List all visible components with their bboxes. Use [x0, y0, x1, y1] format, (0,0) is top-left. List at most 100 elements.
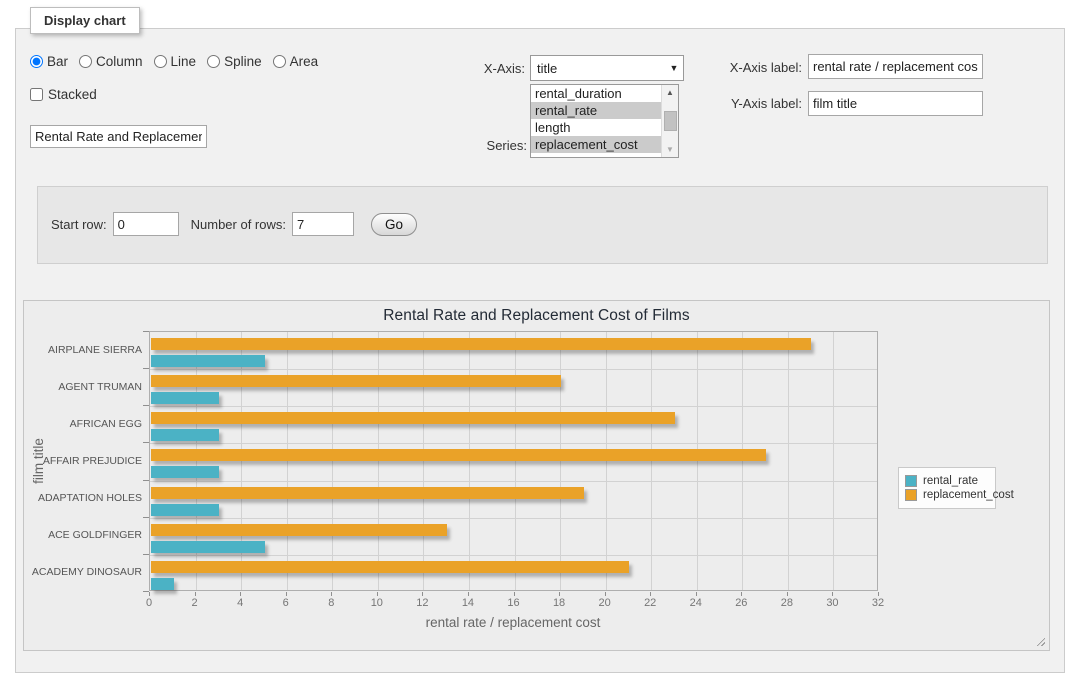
x-tick-mark: [331, 592, 332, 596]
x-tick-mark: [878, 592, 879, 596]
start-row-label: Start row:: [51, 217, 107, 232]
scroll-down-icon[interactable]: ▼: [662, 142, 678, 157]
x-tick-mark: [195, 592, 196, 596]
chart-type-radio-column[interactable]: [79, 55, 92, 68]
legend-swatch: [905, 489, 917, 501]
xaxis-label-input[interactable]: [808, 54, 983, 79]
chart-type-label: Column: [96, 54, 143, 69]
chart-type-option-area[interactable]: Area: [273, 54, 319, 69]
y-tick-mark: [143, 331, 149, 332]
x-tick-label: 20: [590, 597, 620, 609]
chart-type-option-spline[interactable]: Spline: [207, 54, 262, 69]
num-rows-label: Number of rows:: [191, 217, 286, 232]
plot-area: [149, 331, 878, 591]
y-tick-mark: [143, 405, 149, 406]
chart-type-option-line[interactable]: Line: [154, 54, 197, 69]
scroll-up-icon[interactable]: ▲: [662, 85, 678, 100]
x-tick-mark: [240, 592, 241, 596]
x-tick-mark: [650, 592, 651, 596]
bar-rental_rate: [151, 392, 219, 404]
x-gridline: [833, 332, 834, 590]
chart-type-label: Area: [290, 54, 319, 69]
y-tick-mark: [143, 591, 149, 592]
chart-type-label: Line: [171, 54, 197, 69]
chart-type-label: Spline: [224, 54, 262, 69]
x-tick-mark: [559, 592, 560, 596]
start-row-input[interactable]: [113, 212, 179, 236]
x-tick-mark: [514, 592, 515, 596]
y-gridline: [150, 555, 877, 556]
category-label: ACE GOLDFINGER: [24, 529, 142, 541]
series-options: rental_durationrental_ratelengthreplacem…: [531, 85, 678, 153]
x-tick-mark: [468, 592, 469, 596]
bar-replacement_cost: [151, 338, 811, 350]
bar-replacement_cost: [151, 561, 629, 573]
x-tick-label: 24: [681, 597, 711, 609]
xaxis-select[interactable]: title ▼: [530, 55, 684, 81]
x-tick-label: 28: [772, 597, 802, 609]
category-label: AGENT TRUMAN: [24, 381, 142, 393]
x-tick-mark: [605, 592, 606, 596]
series-option-replacement_cost[interactable]: replacement_cost: [531, 136, 661, 153]
y-gridline: [150, 518, 877, 519]
bar-rental_rate: [151, 578, 174, 590]
bar-rental_rate: [151, 466, 219, 478]
go-button[interactable]: Go: [371, 213, 417, 236]
chart-type-label: Bar: [47, 54, 68, 69]
chart-type-radio-spline[interactable]: [207, 55, 220, 68]
series-scrollbar[interactable]: ▲ ▼: [661, 85, 678, 157]
y-gridline: [150, 481, 877, 482]
y-gridline: [150, 406, 877, 407]
chart-type-radio-line[interactable]: [154, 55, 167, 68]
x-gridline: [788, 332, 789, 590]
bar-replacement_cost: [151, 449, 766, 461]
resize-handle-icon[interactable]: [1035, 636, 1045, 646]
y-tick-mark: [143, 442, 149, 443]
y-gridline: [150, 443, 877, 444]
stacked-checkbox-row[interactable]: Stacked: [30, 87, 97, 102]
bar-rental_rate: [151, 541, 265, 553]
x-tick-label: 14: [453, 597, 483, 609]
chart-title-input[interactable]: [30, 125, 207, 148]
xaxis-selected-value: title: [531, 61, 665, 76]
stacked-checkbox[interactable]: [30, 88, 43, 101]
x-tick-label: 22: [635, 597, 665, 609]
chart-type-option-column[interactable]: Column: [79, 54, 143, 69]
series-option-rental_duration[interactable]: rental_duration: [531, 85, 661, 102]
series-option-length[interactable]: length: [531, 119, 661, 136]
y-tick-mark: [143, 480, 149, 481]
y-tick-mark: [143, 554, 149, 555]
y-axis-title: film title: [31, 411, 49, 511]
x-tick-mark: [286, 592, 287, 596]
x-tick-mark: [377, 592, 378, 596]
series-option-rental_rate[interactable]: rental_rate: [531, 102, 661, 119]
x-tick-label: 32: [863, 597, 893, 609]
yaxis-label-input[interactable]: [808, 91, 983, 116]
num-rows-input[interactable]: [292, 212, 354, 236]
legend-item-rental_rate: rental_rate: [905, 475, 989, 487]
chart-type-option-bar[interactable]: Bar: [30, 54, 68, 69]
scrollbar-thumb[interactable]: [664, 111, 677, 131]
legend-label: replacement_cost: [923, 489, 1014, 501]
y-tick-mark: [143, 368, 149, 369]
xaxis-label-field-label: X-Axis label:: [712, 60, 802, 75]
yaxis-label-field-label: Y-Axis label:: [712, 96, 802, 111]
xaxis-select-label: X-Axis:: [440, 61, 525, 76]
chart-legend: rental_rate replacement_cost: [898, 467, 996, 509]
y-gridline: [150, 369, 877, 370]
y-tick-mark: [143, 517, 149, 518]
x-tick-mark: [422, 592, 423, 596]
bar-replacement_cost: [151, 487, 584, 499]
chart-type-radio-area[interactable]: [273, 55, 286, 68]
x-tick-label: 16: [499, 597, 529, 609]
x-tick-label: 4: [225, 597, 255, 609]
chart-type-radio-bar[interactable]: [30, 55, 43, 68]
row-range-panel: Start row: Number of rows: Go: [37, 186, 1048, 264]
series-label: Series:: [440, 138, 527, 153]
category-label: AIRPLANE SIERRA: [24, 344, 142, 356]
chart-title: Rental Rate and Replacement Cost of Film…: [24, 307, 1049, 325]
x-tick-label: 10: [362, 597, 392, 609]
legend-item-replacement_cost: replacement_cost: [905, 489, 989, 501]
bar-rental_rate: [151, 504, 219, 516]
series-multiselect[interactable]: rental_durationrental_ratelengthreplacem…: [530, 84, 679, 158]
